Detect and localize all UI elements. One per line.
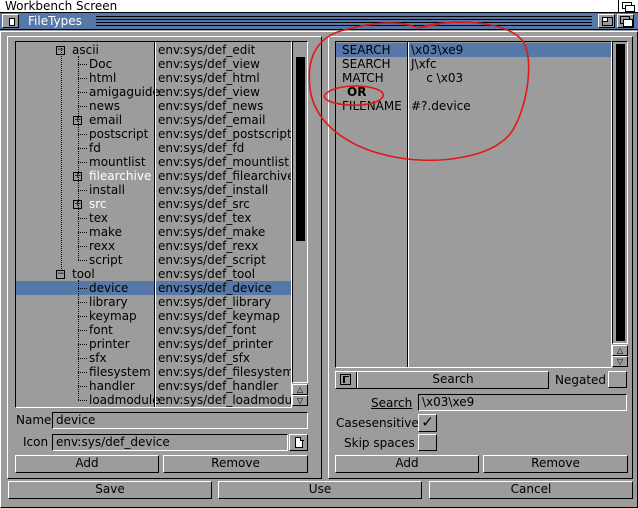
tree-row-name: sfx [89, 351, 107, 365]
tree-row-name: mountlist [89, 155, 146, 169]
tree-row-value: env:sys/def_src [158, 197, 250, 211]
tree-branch-line [78, 400, 87, 402]
icon-file-button[interactable] [289, 434, 308, 451]
skipspaces-label: Skip spaces [344, 436, 415, 450]
casesensitive-checkbox[interactable]: ✓ [418, 414, 437, 432]
tree-row-value: env:sys/def_postscript [158, 127, 292, 141]
icon-field[interactable]: env:sys/def_device [52, 434, 288, 451]
tree-guide-ascii [78, 56, 80, 260]
tree-row-value: env:sys/def_font [158, 323, 257, 337]
tree-row-name: filesystem [89, 365, 151, 379]
condition-scroll-down-button[interactable]: ▽ [612, 356, 628, 367]
tree-scroll-down-button[interactable]: ▽ [292, 395, 308, 406]
tree-row-value: env:sys/def_printer [158, 337, 273, 351]
tree-row-value: env:sys/def_make [158, 225, 266, 239]
tree-branch-line [78, 260, 87, 262]
screen-depth-icon[interactable] [618, 0, 636, 12]
screen-title-bar[interactable]: Workbench Screen [0, 0, 638, 13]
tree-row-value: env:sys/def_rexx [158, 239, 259, 253]
tree-row-value: env:sys/def_handler [158, 379, 279, 393]
tree-row-name: loadmodule [89, 393, 160, 407]
tree-row-name: src [89, 197, 107, 211]
tree-row-name: email [89, 113, 123, 127]
type-cycle-label: Search [432, 372, 474, 386]
skipspaces-checkbox[interactable] [418, 434, 437, 451]
save-button[interactable]: Save [8, 481, 212, 499]
search-label: Search [371, 396, 413, 410]
tree-row-value: env:sys/def_tool [158, 267, 256, 281]
close-icon[interactable] [2, 14, 19, 28]
condition-scroll-up-button[interactable]: △ [612, 345, 628, 356]
tree-row-value: env:sys/def_filesystem [158, 365, 292, 379]
tree-row-name: ascii [72, 43, 99, 57]
tree-row-name: install [89, 183, 125, 197]
tree-row-name: Doc [89, 57, 113, 71]
tree-row-value: env:sys/def_tex [158, 211, 252, 225]
name-label: Name [16, 413, 52, 427]
casesensitive-label: Casesensitive [336, 416, 419, 430]
tree-row-value: env:sys/def_install [158, 183, 269, 197]
tree-row-name: script [89, 253, 123, 267]
tree-row-value: env:sys/def_device [158, 281, 272, 295]
tree-row-value: env:sys/def_sfx [158, 351, 250, 365]
tree-row-value: env:sys/def_edit [158, 43, 256, 57]
cancel-button[interactable]: Cancel [429, 481, 633, 499]
tree-row-value: env:sys/def_filearchive [158, 169, 292, 183]
tree-row-name: filearchive [89, 169, 152, 183]
add-condition-button[interactable]: Add [335, 455, 479, 473]
search-field[interactable]: \x03\xe9 [418, 394, 627, 411]
tree-row-value: env:sys/def_mountlist [158, 155, 289, 169]
filetype-tree[interactable]: − ascii env:sys/def_edit Doc env:sys/def_vie… [15, 41, 292, 408]
tree-row-name: amigaguide [89, 85, 160, 99]
tree-row-name: postscript [89, 127, 149, 141]
condition-scroll-knob[interactable] [616, 44, 625, 341]
tree-row-name: make [89, 225, 122, 239]
tree-row-name: handler [89, 379, 135, 393]
tree-row-name: html [89, 71, 117, 85]
type-cycle-button[interactable]: Search [335, 371, 549, 389]
tree-row-value: env:sys/def_news [158, 99, 264, 113]
tree-row-value: env:sys/def_loadmodul [158, 393, 292, 407]
condition-scrollbar[interactable] [612, 41, 628, 344]
tree-scroll-up-button[interactable]: △ [292, 384, 308, 395]
collapse-icon[interactable]: − [56, 270, 65, 279]
tree-guide-tool [78, 280, 80, 400]
negated-label: Negated [555, 373, 607, 387]
tree-row-name: keymap [89, 309, 137, 323]
tree-row-value: env:sys/def_script [158, 253, 266, 267]
window-title: FileTypes [28, 14, 82, 28]
tree-guide-root [61, 48, 63, 271]
use-button[interactable]: Use [218, 481, 422, 499]
add-filetype-button[interactable]: Add [15, 455, 159, 473]
tree-row-value: env:sys/def_fd [158, 141, 245, 155]
tree-row-name: news [89, 99, 121, 113]
icon-label: Icon [23, 435, 49, 449]
negated-checkbox[interactable] [608, 371, 627, 388]
tree-row-value: env:sys/def_library [158, 295, 271, 309]
tree-row-value: env:sys/def_keymap [158, 309, 281, 323]
tree-row-name: rexx [89, 239, 116, 253]
name-field[interactable]: device [52, 412, 308, 429]
screen-title: Workbench Screen [5, 0, 118, 13]
tree-row-name: tex [89, 211, 108, 225]
remove-filetype-button[interactable]: Remove [163, 455, 308, 473]
tree-row-name: device [89, 281, 129, 295]
tree-row-name: library [89, 295, 128, 309]
tree-row-value: env:sys/def_email [158, 113, 266, 127]
red-annotation [308, 21, 530, 161]
zoom-icon[interactable] [598, 14, 615, 28]
tree-row-name: printer [89, 337, 130, 351]
remove-condition-button[interactable]: Remove [483, 455, 628, 473]
tree-row-name: tool [72, 267, 95, 281]
tree-row-value: env:sys/def_view [158, 85, 260, 99]
depth-icon[interactable] [617, 14, 634, 28]
tree-row-value: env:sys/def_html [158, 71, 260, 85]
tree-row-name: font [89, 323, 113, 337]
tree-row-name: fd [89, 141, 101, 155]
tree-row-value: env:sys/def_view [158, 57, 260, 71]
